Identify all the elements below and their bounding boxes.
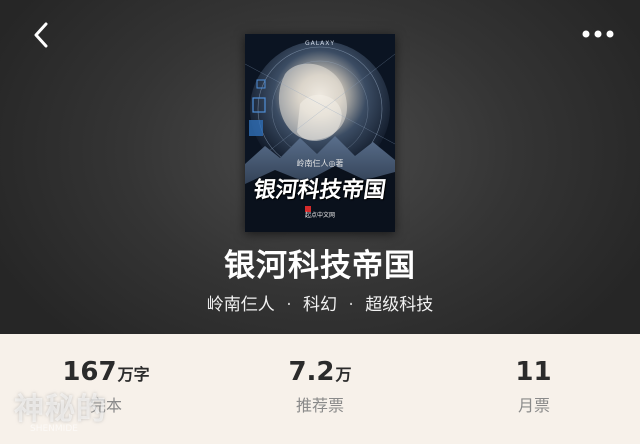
recommend-votes-unit: 万 [335,365,352,384]
book-title: 银河科技帝国 [224,248,416,284]
monthly-votes-value: 11 [515,357,552,387]
cover-author: 岭南仨人◎著 [296,159,344,168]
cover-publisher: 起点中文网 [304,212,335,219]
genre-link[interactable]: 科幻 [303,295,337,315]
separator-dot: · [286,295,292,315]
subgenre-link[interactable]: 超级科技 [365,295,433,315]
chevron-left-icon[interactable] [28,20,54,50]
more-dots-icon[interactable] [580,22,616,46]
book-meta: 岭南仨人 · 科幻 · 超级科技 [0,290,640,315]
monthly-votes-label: 月票 [517,396,550,415]
book-hero: GALAXY 岭南仨人◎著 银河科技帝国 起点中文网 银河科技帝国 岭南仨人 ·… [0,0,640,334]
book-cover[interactable]: GALAXY 岭南仨人◎著 银河科技帝国 起点中文网 [245,34,395,232]
recommend-votes-value: 7.2 [288,357,335,387]
completion-status: 完本 [89,396,122,415]
word-count-unit: 万字 [117,365,150,384]
cover-title: 银河科技帝国 [251,177,388,203]
recommend-votes-label: 推荐票 [295,396,344,415]
monthly-votes-stat[interactable]: 11 月票 [454,356,614,416]
author-link[interactable]: 岭南仨人 [207,295,275,315]
cover-top-text: GALAXY [304,40,336,47]
stats-bar: 167万字 完本 7.2万 推荐票 11 月票 [0,334,640,444]
word-count-value: 167 [62,357,117,387]
separator-dot: · [348,295,354,315]
word-count-stat[interactable]: 167万字 完本 [26,356,186,416]
recommend-votes-stat[interactable]: 7.2万 推荐票 [240,356,400,416]
